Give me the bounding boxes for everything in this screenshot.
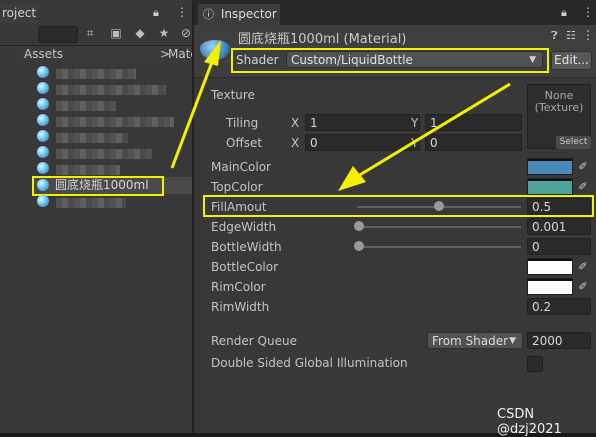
arrow-shader-to-fillamount xyxy=(338,82,511,191)
arrow-file-to-shader xyxy=(170,40,221,169)
annotation-arrows xyxy=(170,40,511,191)
